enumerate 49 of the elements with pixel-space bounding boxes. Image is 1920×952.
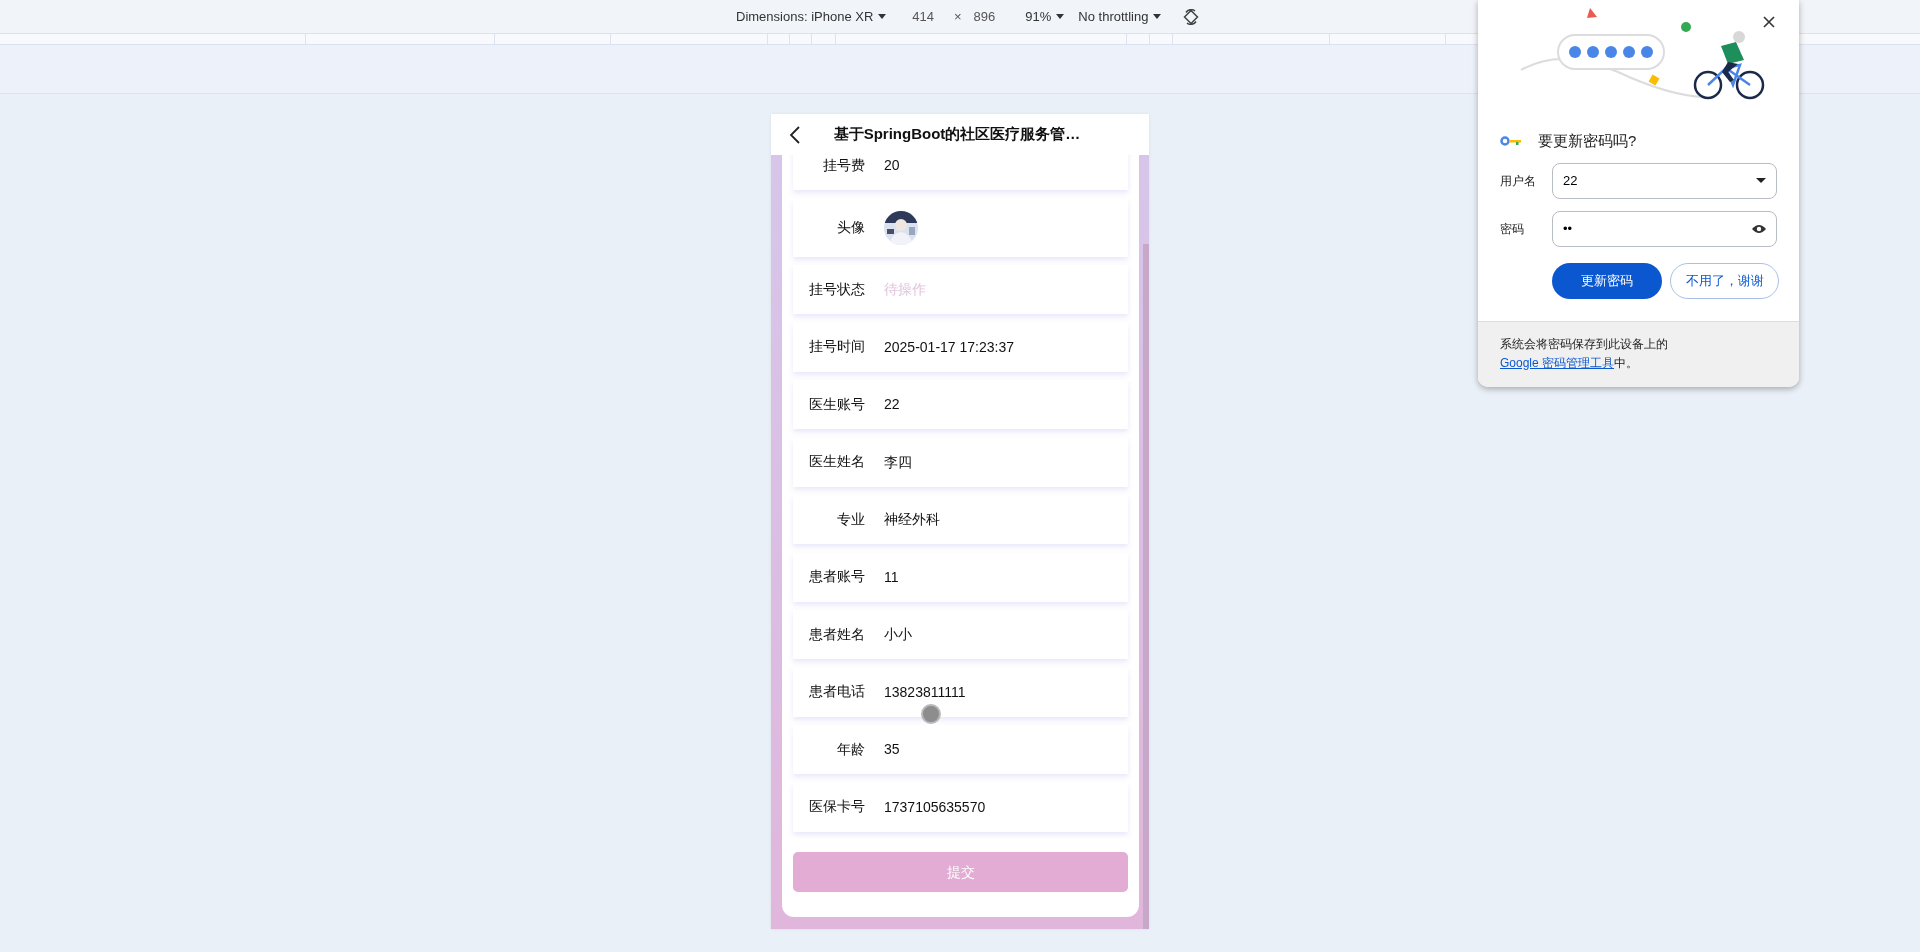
width-field[interactable]: 414 [912,6,934,27]
device-dropdown[interactable]: Dimensions: iPhone XR [736,6,874,27]
field-label: 挂号状态 [808,279,865,299]
password-manager-link[interactable]: Google 密码管理工具 [1500,355,1615,370]
close-icon[interactable] [1761,14,1777,30]
zoom-dropdown[interactable]: 91% [1025,6,1052,27]
field-label: 医生账号 [808,394,865,414]
field-label: 患者电话 [808,682,865,702]
username-field[interactable]: 22 [1552,162,1777,199]
footer-note: 系统会将密码保存到此设备上的 Google 密码管理工具中。 [1500,335,1669,372]
field-label: 挂号费 [822,155,865,175]
throttling-dropdown[interactable]: No throttling [1078,6,1149,27]
dismiss-button[interactable]: 不用了，谢谢 [1670,262,1779,299]
field-value: 小小 [884,625,912,644]
field-value: 35 [884,740,900,759]
field-label: 挂号时间 [808,337,865,357]
height-field[interactable]: 896 [973,6,996,27]
status-field[interactable]: 待操作 [884,279,1064,300]
field-value: 22 [884,395,900,414]
field-value: 神经外科 [884,510,940,529]
caret-icon[interactable] [1756,177,1766,184]
field-label: 头像 [836,217,865,237]
field-value: 1737105635570 [884,797,986,817]
field-label: 专业 [836,509,865,529]
back-icon[interactable] [789,125,801,144]
popup-title: 要更新密码吗? [1538,131,1637,151]
field-label: 医保卡号 [808,797,865,817]
key-icon [1500,136,1522,147]
password-label: 密码 [1500,220,1525,238]
field-value: 11 [884,567,899,587]
field-value: 李四 [884,452,912,472]
field-value: 13823811111 [884,682,966,702]
scrollbar-thumb[interactable] [1143,244,1149,929]
password-field[interactable]: •• [1552,210,1777,247]
field-label: 患者账号 [808,567,865,587]
eye-icon[interactable] [1752,223,1766,234]
username-label: 用户名 [1500,172,1537,190]
field-label: 年龄 [836,739,865,759]
caret-icon[interactable] [1056,14,1065,19]
field-label: 患者姓名 [808,624,865,644]
update-password-button[interactable]: 更新密码 [1552,262,1662,299]
rotate-icon[interactable] [1183,8,1200,25]
page-title: 基于SpringBoot的社区医疗服务管… [832,124,1082,145]
field-label: 医生姓名 [808,452,865,472]
field-value: 20 [884,156,900,175]
caret-icon[interactable] [878,14,887,19]
times-sign: × [954,7,962,26]
field-value: 2025-01-17 17:23:37 [884,337,1014,357]
caret-icon[interactable] [1153,14,1162,19]
